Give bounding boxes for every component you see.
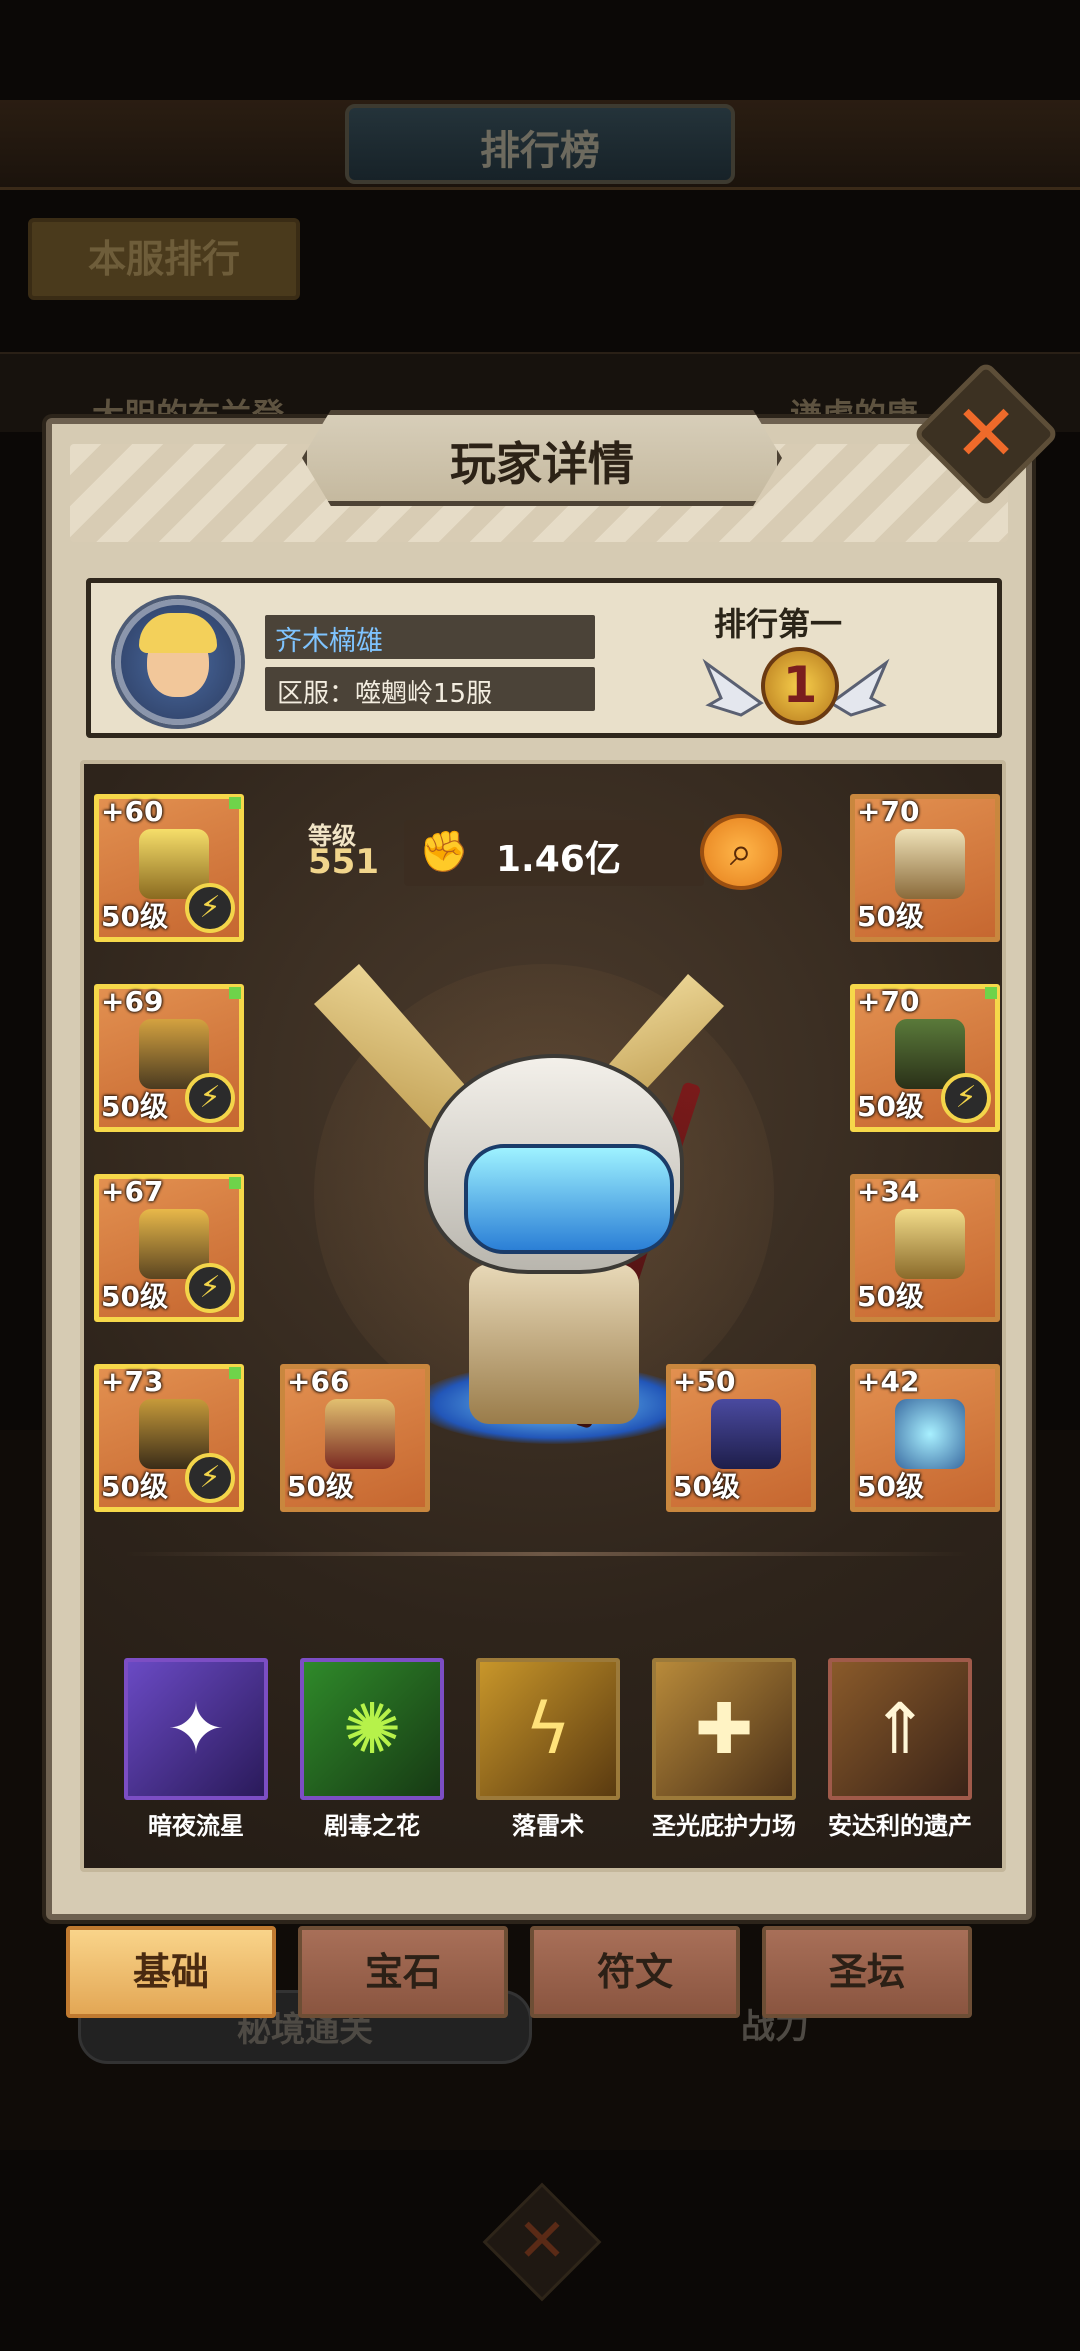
skill-name: 暗夜流星: [148, 1812, 244, 1840]
section-divider: [124, 1552, 970, 1556]
equipment-panel: 等级 551 ✊ 1.46亿 ⌕ +60 50级 ⚡ +69 50级 ⚡ +67…: [80, 760, 1006, 1872]
player-detail-modal: 玩家详情 齐木楠雄 区服：噬魍岭15服 排行第一 1 等级 551 ✊ 1.46…: [46, 410, 1032, 1920]
poison-flower-icon: ✺: [342, 1688, 402, 1770]
meteor-icon: ✦: [166, 1688, 226, 1770]
tab-gem[interactable]: 宝石: [298, 1926, 508, 2018]
equip-slot-helmet[interactable]: +70 50级: [850, 794, 1000, 942]
awaken-bolt-icon: ⚡: [185, 1263, 235, 1313]
corner-tag: [229, 797, 241, 809]
awaken-bolt-icon: ⚡: [185, 883, 235, 933]
avatar[interactable]: [115, 599, 241, 725]
inspect-button[interactable]: ⌕: [700, 814, 782, 890]
fist-icon: ✊: [419, 829, 469, 875]
character-body: [469, 1264, 639, 1424]
rank-medal-icon: 1: [761, 647, 839, 725]
ascend-arrow-icon: ⇑: [870, 1688, 930, 1770]
equip-slot-tome[interactable]: +50 50级: [666, 1364, 816, 1512]
item-level: 50级: [101, 1470, 168, 1503]
corner-tag: [229, 1177, 241, 1189]
corner-tag: [985, 987, 997, 999]
player-server: 区服：噬魍岭15服: [277, 679, 493, 709]
equip-slot-belt[interactable]: +67 50级 ⚡: [94, 1174, 244, 1322]
skill-andari-legacy[interactable]: ⇑: [828, 1658, 972, 1800]
awaken-bolt-icon: ⚡: [185, 1073, 235, 1123]
enhance-level: +70: [857, 985, 920, 1018]
enhance-level: +67: [101, 1175, 164, 1208]
tab-altar[interactable]: 圣坛: [762, 1926, 972, 2018]
background-close-icon: ✕: [516, 2206, 568, 2276]
item-level: 50级: [857, 1280, 924, 1313]
awaken-bolt-icon: ⚡: [185, 1453, 235, 1503]
enhance-level: +73: [101, 1365, 164, 1398]
corner-tag: [229, 1367, 241, 1379]
skill-name: 圣光庇护力场: [652, 1812, 796, 1840]
enhance-level: +69: [101, 985, 164, 1018]
skill-name: 安达利的遗产: [828, 1812, 972, 1840]
level-value: 551: [308, 842, 379, 882]
enhance-level: +34: [857, 1175, 920, 1208]
avatar-hair: [139, 613, 217, 653]
power-value: 1.46亿: [496, 839, 621, 880]
enhance-level: +50: [673, 1365, 736, 1398]
item-level: 50级: [857, 1470, 924, 1503]
tab-basic[interactable]: 基础: [66, 1926, 276, 2018]
staff-icon: [325, 1399, 395, 1469]
server-rank-tab: 本服排行: [28, 218, 300, 300]
magnifier-icon: ⌕: [729, 829, 753, 875]
enhance-level: +42: [857, 1365, 920, 1398]
skill-night-meteor[interactable]: ✦: [124, 1658, 268, 1800]
skill-name: 落雷术: [512, 1812, 584, 1840]
equip-slot-weapon[interactable]: +60 50级 ⚡: [94, 794, 244, 942]
enhance-level: +60: [101, 795, 164, 828]
tome-icon: [711, 1399, 781, 1469]
item-level: 50级: [287, 1470, 354, 1503]
tab-rune[interactable]: 符文: [530, 1926, 740, 2018]
player-card: 齐木楠雄 区服：噬魍岭15服 排行第一 1: [86, 578, 1002, 738]
equip-slot-boots[interactable]: +73 50级 ⚡: [94, 1364, 244, 1512]
item-level: 50级: [673, 1470, 740, 1503]
awaken-bolt-icon: ⚡: [941, 1073, 991, 1123]
lightning-icon: ϟ: [524, 1688, 572, 1770]
corner-tag: [229, 987, 241, 999]
item-level: 50级: [857, 1090, 924, 1123]
equip-slot-gauntlet[interactable]: +70 50级 ⚡: [850, 984, 1000, 1132]
skill-thunder[interactable]: ϟ: [476, 1658, 620, 1800]
modal-title: 玩家详情: [450, 437, 634, 491]
skill-name: 剧毒之花: [324, 1812, 420, 1840]
enhance-level: +66: [287, 1365, 350, 1398]
equip-slot-ring[interactable]: +42 50级: [850, 1364, 1000, 1512]
holy-shield-icon: ✚: [694, 1688, 754, 1770]
helmet-icon: [895, 829, 965, 899]
player-name: 齐木楠雄: [275, 626, 383, 657]
item-level: 50级: [101, 900, 168, 933]
item-level: 50级: [857, 900, 924, 933]
necklace-icon: [895, 1209, 965, 1279]
item-level: 50级: [101, 1090, 168, 1123]
ring-icon: [895, 1399, 965, 1469]
enhance-level: +70: [857, 795, 920, 828]
equip-slot-staff[interactable]: +66 50级: [280, 1364, 430, 1512]
equip-slot-armor[interactable]: +69 50级 ⚡: [94, 984, 244, 1132]
leaderboard-title: 排行榜: [480, 128, 600, 174]
equip-slot-necklace[interactable]: +34 50级: [850, 1174, 1000, 1322]
rank-label: 排行第一: [713, 605, 842, 643]
skill-holy-shield[interactable]: ✚: [652, 1658, 796, 1800]
item-level: 50级: [101, 1280, 168, 1313]
skill-poison-flower[interactable]: ✺: [300, 1658, 444, 1800]
close-x-icon[interactable]: ✕: [936, 384, 1036, 484]
character-visor: [464, 1144, 674, 1254]
